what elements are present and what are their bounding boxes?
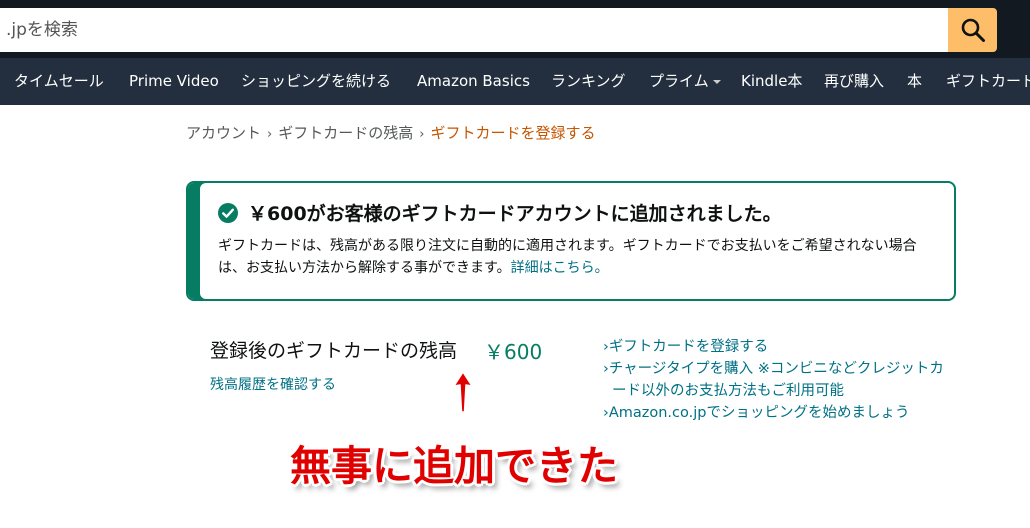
charge-type-label-line1: チャージタイプを購入 ※コンビニなどクレジットカ [608, 361, 944, 377]
nav-item-timesale[interactable]: タイムセール [14, 58, 104, 105]
alert-message: ギフトカードは、残高がある限り注文に自動的に適用されます。ギフトカードでお支払い… [218, 235, 940, 279]
nav-item-prime-video[interactable]: Prime Video [129, 58, 219, 105]
search-input[interactable] [0, 8, 948, 52]
check-circle-icon [218, 202, 238, 223]
breadcrumb-gift-balance[interactable]: ギフトカードの残高 [278, 124, 413, 142]
alert-title: ￥600がお客様のギフトカードアカウントに追加されました。 [248, 203, 782, 225]
charge-type-label-line2: ード以外のお支払方法もご利用可能 [612, 383, 844, 399]
balance-amount: ￥600 [484, 340, 543, 364]
side-links: ›ギフトカードを登録する ›チャージタイプを購入 ※コンビニなどクレジットカ ード… [603, 336, 983, 424]
breadcrumb-current: ギフトカードを登録する [430, 124, 596, 142]
balance-history-link[interactable]: 残高履歴を確認する [210, 374, 336, 394]
nav-item-kindle[interactable]: Kindle本 [741, 58, 802, 105]
nav-item-prime[interactable]: プライム [649, 58, 721, 105]
charge-type-link[interactable]: ›チャージタイプを購入 ※コンビニなどクレジットカ ード以外のお支払方法もご利用可… [603, 358, 983, 402]
nav-bar: タイムセール Prime Video ショッピングを続ける Amazon Bas… [0, 58, 1030, 105]
breadcrumb-account[interactable]: アカウント [186, 124, 261, 142]
breadcrumb-separator: › [419, 127, 425, 142]
nav-item-gift-card[interactable]: ギフトカード [946, 58, 1030, 105]
balance-label: 登録後のギフトカードの残高 [210, 340, 458, 362]
nav-item-amazon-basics[interactable]: Amazon Basics [417, 58, 530, 105]
breadcrumb: アカウント › ギフトカードの残高 › ギフトカードを登録する [186, 120, 595, 146]
alert-heading: ￥600がお客様のギフトカードアカウントに追加されました。 [218, 199, 782, 226]
breadcrumb-separator: › [267, 127, 273, 142]
nav-item-buy-again[interactable]: 再び購入 [824, 58, 884, 105]
search-button[interactable] [948, 8, 997, 52]
details-link[interactable]: 詳細はこちら。 [511, 260, 609, 276]
nav-item-ranking[interactable]: ランキング [551, 58, 626, 105]
register-gift-card-link[interactable]: ›ギフトカードを登録する [603, 336, 983, 358]
register-gift-card-label: ギフトカードを登録する [608, 339, 769, 355]
chevron-down-icon [712, 79, 721, 84]
top-header [0, 0, 1030, 58]
nav-item-prime-label: プライム [649, 72, 709, 90]
annotation-arrow-icon [453, 371, 473, 413]
nav-item-books[interactable]: 本 [907, 58, 922, 105]
search-icon [961, 18, 985, 42]
start-shopping-label: Amazon.co.jpでショッピングを始めましょう [608, 405, 910, 421]
start-shopping-link[interactable]: ›Amazon.co.jpでショッピングを始めましょう [603, 402, 983, 424]
nav-item-continue-shopping[interactable]: ショッピングを続ける [241, 58, 391, 105]
annotation-text: 無事に追加できた [290, 442, 618, 490]
success-alert: ￥600がお客様のギフトカードアカウントに追加されました。 ギフトカードは、残高… [186, 181, 956, 301]
